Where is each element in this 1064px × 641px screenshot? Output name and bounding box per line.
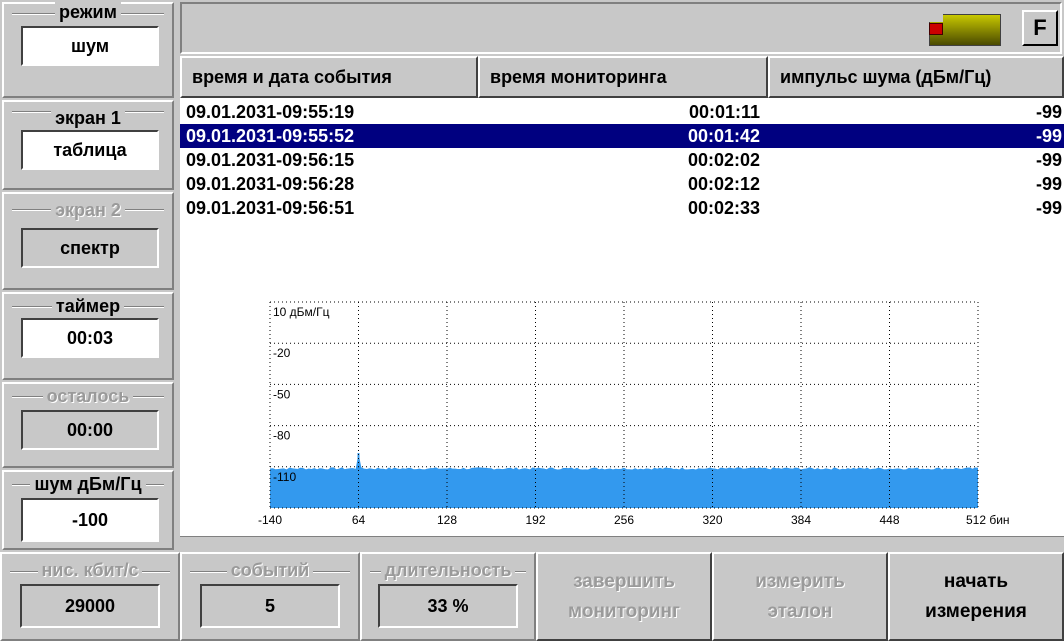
cell-event-time: 09.01.2031-09:55:19 [186, 101, 355, 122]
timer-group: таймер 00:03 [2, 292, 174, 380]
mode-value[interactable]: шум [21, 26, 159, 66]
screen1-title: экран 1 [51, 108, 125, 128]
cell-noise: -99 [1035, 149, 1062, 170]
screen2-title: экран 2 [51, 200, 125, 220]
spectrum-chart: 10 дБм/Гц -20 -50 -80 -110 -140 64 128 192 256 320… [180, 296, 1064, 536]
duration-group: длительность 33 % [360, 552, 536, 641]
y-tick-label: -20 [273, 346, 291, 360]
table-row[interactable]: 09.01.2031-09:56:28 00:02:12 -99 [180, 172, 1064, 196]
y-tick-label: -80 [273, 429, 291, 443]
start-measurement-button[interactable]: начать измерения [888, 552, 1064, 641]
duration-value: 33 % [378, 584, 518, 628]
finish-monitoring-label-1: завершить [573, 570, 675, 592]
mode-group: режим шум [2, 2, 174, 98]
screen2-value[interactable]: спектр [21, 228, 159, 268]
x-tick-label: 256 [614, 513, 634, 527]
screen1-value[interactable]: таблица [21, 130, 159, 170]
noise-title: шум дБм/Гц [30, 474, 146, 494]
table-row-selected[interactable]: 09.01.2031-09:55:52 00:01:42 -99 [180, 124, 1064, 148]
signal-level-indicator [929, 14, 1001, 46]
header-event-time[interactable]: время и дата события [180, 56, 478, 98]
x-tick-label: 192 [525, 513, 545, 527]
remaining-value: 00:00 [21, 410, 159, 450]
y-tick-label: -50 [273, 387, 291, 401]
cell-monitoring-time: 00:02:12 [687, 173, 760, 194]
events-title: событий [226, 560, 314, 580]
status-bar: F [180, 2, 1062, 54]
header-noise-impulse[interactable]: импульс шума (дБм/Гц) [768, 56, 1064, 98]
cell-monitoring-time: 00:01:42 [687, 125, 760, 146]
measure-reference-label-2: эталон [767, 600, 833, 622]
noise-group: шум дБм/Гц -100 [2, 470, 174, 550]
y-tick-label: -110 [273, 470, 296, 484]
measure-reference-label-1: измерить [755, 570, 845, 592]
table-row[interactable]: 09.01.2031-09:55:19 00:01:11 -99 [180, 100, 1064, 124]
remaining-group: осталось 00:00 [2, 382, 174, 468]
cell-noise: -99 [1035, 197, 1062, 218]
table-body: 09.01.2031-09:55:19 00:01:11 -99 09.01.2… [180, 100, 1064, 220]
cell-noise: -99 [1035, 101, 1062, 122]
spectrum-svg: 10 дБм/Гц -20 -50 -80 -110 -140 64 128 192 256 320… [258, 301, 1010, 527]
y-tick-label: 10 дБм/Гц [273, 305, 330, 319]
remaining-title: осталось [42, 386, 134, 406]
alarm-led-icon [929, 23, 943, 35]
noise-value[interactable]: -100 [21, 498, 159, 542]
x-tick-label: -140 [258, 513, 282, 527]
x-tick-label: 448 [879, 513, 899, 527]
cell-event-time: 09.01.2031-09:56:51 [186, 197, 355, 218]
x-tick-label: 512 бин [966, 513, 1010, 527]
mode-title: режим [55, 2, 121, 22]
finish-monitoring-label-2: мониторинг [568, 600, 680, 622]
x-tick-label: 384 [791, 513, 811, 527]
cell-event-time: 09.01.2031-09:55:52 [186, 125, 355, 146]
start-measurement-label-1: начать [943, 570, 1009, 592]
timer-value[interactable]: 00:03 [21, 318, 159, 358]
x-tick-label: 128 [437, 513, 457, 527]
cell-noise: -99 [1035, 173, 1062, 194]
cell-event-time: 09.01.2031-09:56:28 [186, 173, 355, 194]
f-button[interactable]: F [1022, 10, 1058, 46]
rate-value: 29000 [20, 584, 160, 628]
left-panel: режим шум экран 1 таблица экран 2 спектр… [0, 0, 176, 552]
duration-title: длительность [380, 560, 516, 580]
cell-noise: -99 [1035, 125, 1062, 146]
events-table: время и дата события время мониторинга и… [180, 56, 1064, 296]
start-measurement-label-2: измерения [925, 600, 1027, 622]
cell-event-time: 09.01.2031-09:56:15 [186, 149, 355, 170]
screen2-group: экран 2 спектр [2, 192, 174, 290]
screen1-group: экран 1 таблица [2, 100, 174, 190]
noise-spectrum-area [270, 453, 978, 508]
header-monitoring-time[interactable]: время мониторинга [478, 56, 768, 98]
table-row[interactable]: 09.01.2031-09:56:51 00:02:33 -99 [180, 196, 1064, 220]
cell-monitoring-time: 00:02:33 [687, 197, 760, 218]
measure-reference-button[interactable]: измерить эталон [712, 552, 888, 641]
table-header: время и дата события время мониторинга и… [180, 56, 1064, 98]
bottom-bar: нис. кбит/с 29000 событий 5 длительность… [0, 552, 1064, 641]
timer-title: таймер [51, 296, 125, 316]
x-tick-label: 64 [352, 513, 366, 527]
cell-monitoring-time: 00:02:02 [687, 149, 760, 170]
cell-monitoring-time: 00:01:11 [688, 101, 760, 122]
finish-monitoring-button[interactable]: завершить мониторинг [536, 552, 712, 641]
x-tick-label: 320 [702, 513, 722, 527]
events-value: 5 [200, 584, 340, 628]
chart-footer [180, 536, 1064, 548]
events-group: событий 5 [180, 552, 360, 641]
table-row[interactable]: 09.01.2031-09:56:15 00:02:02 -99 [180, 148, 1064, 172]
rate-group: нис. кбит/с 29000 [0, 552, 180, 641]
rate-title: нис. кбит/с [37, 560, 143, 580]
